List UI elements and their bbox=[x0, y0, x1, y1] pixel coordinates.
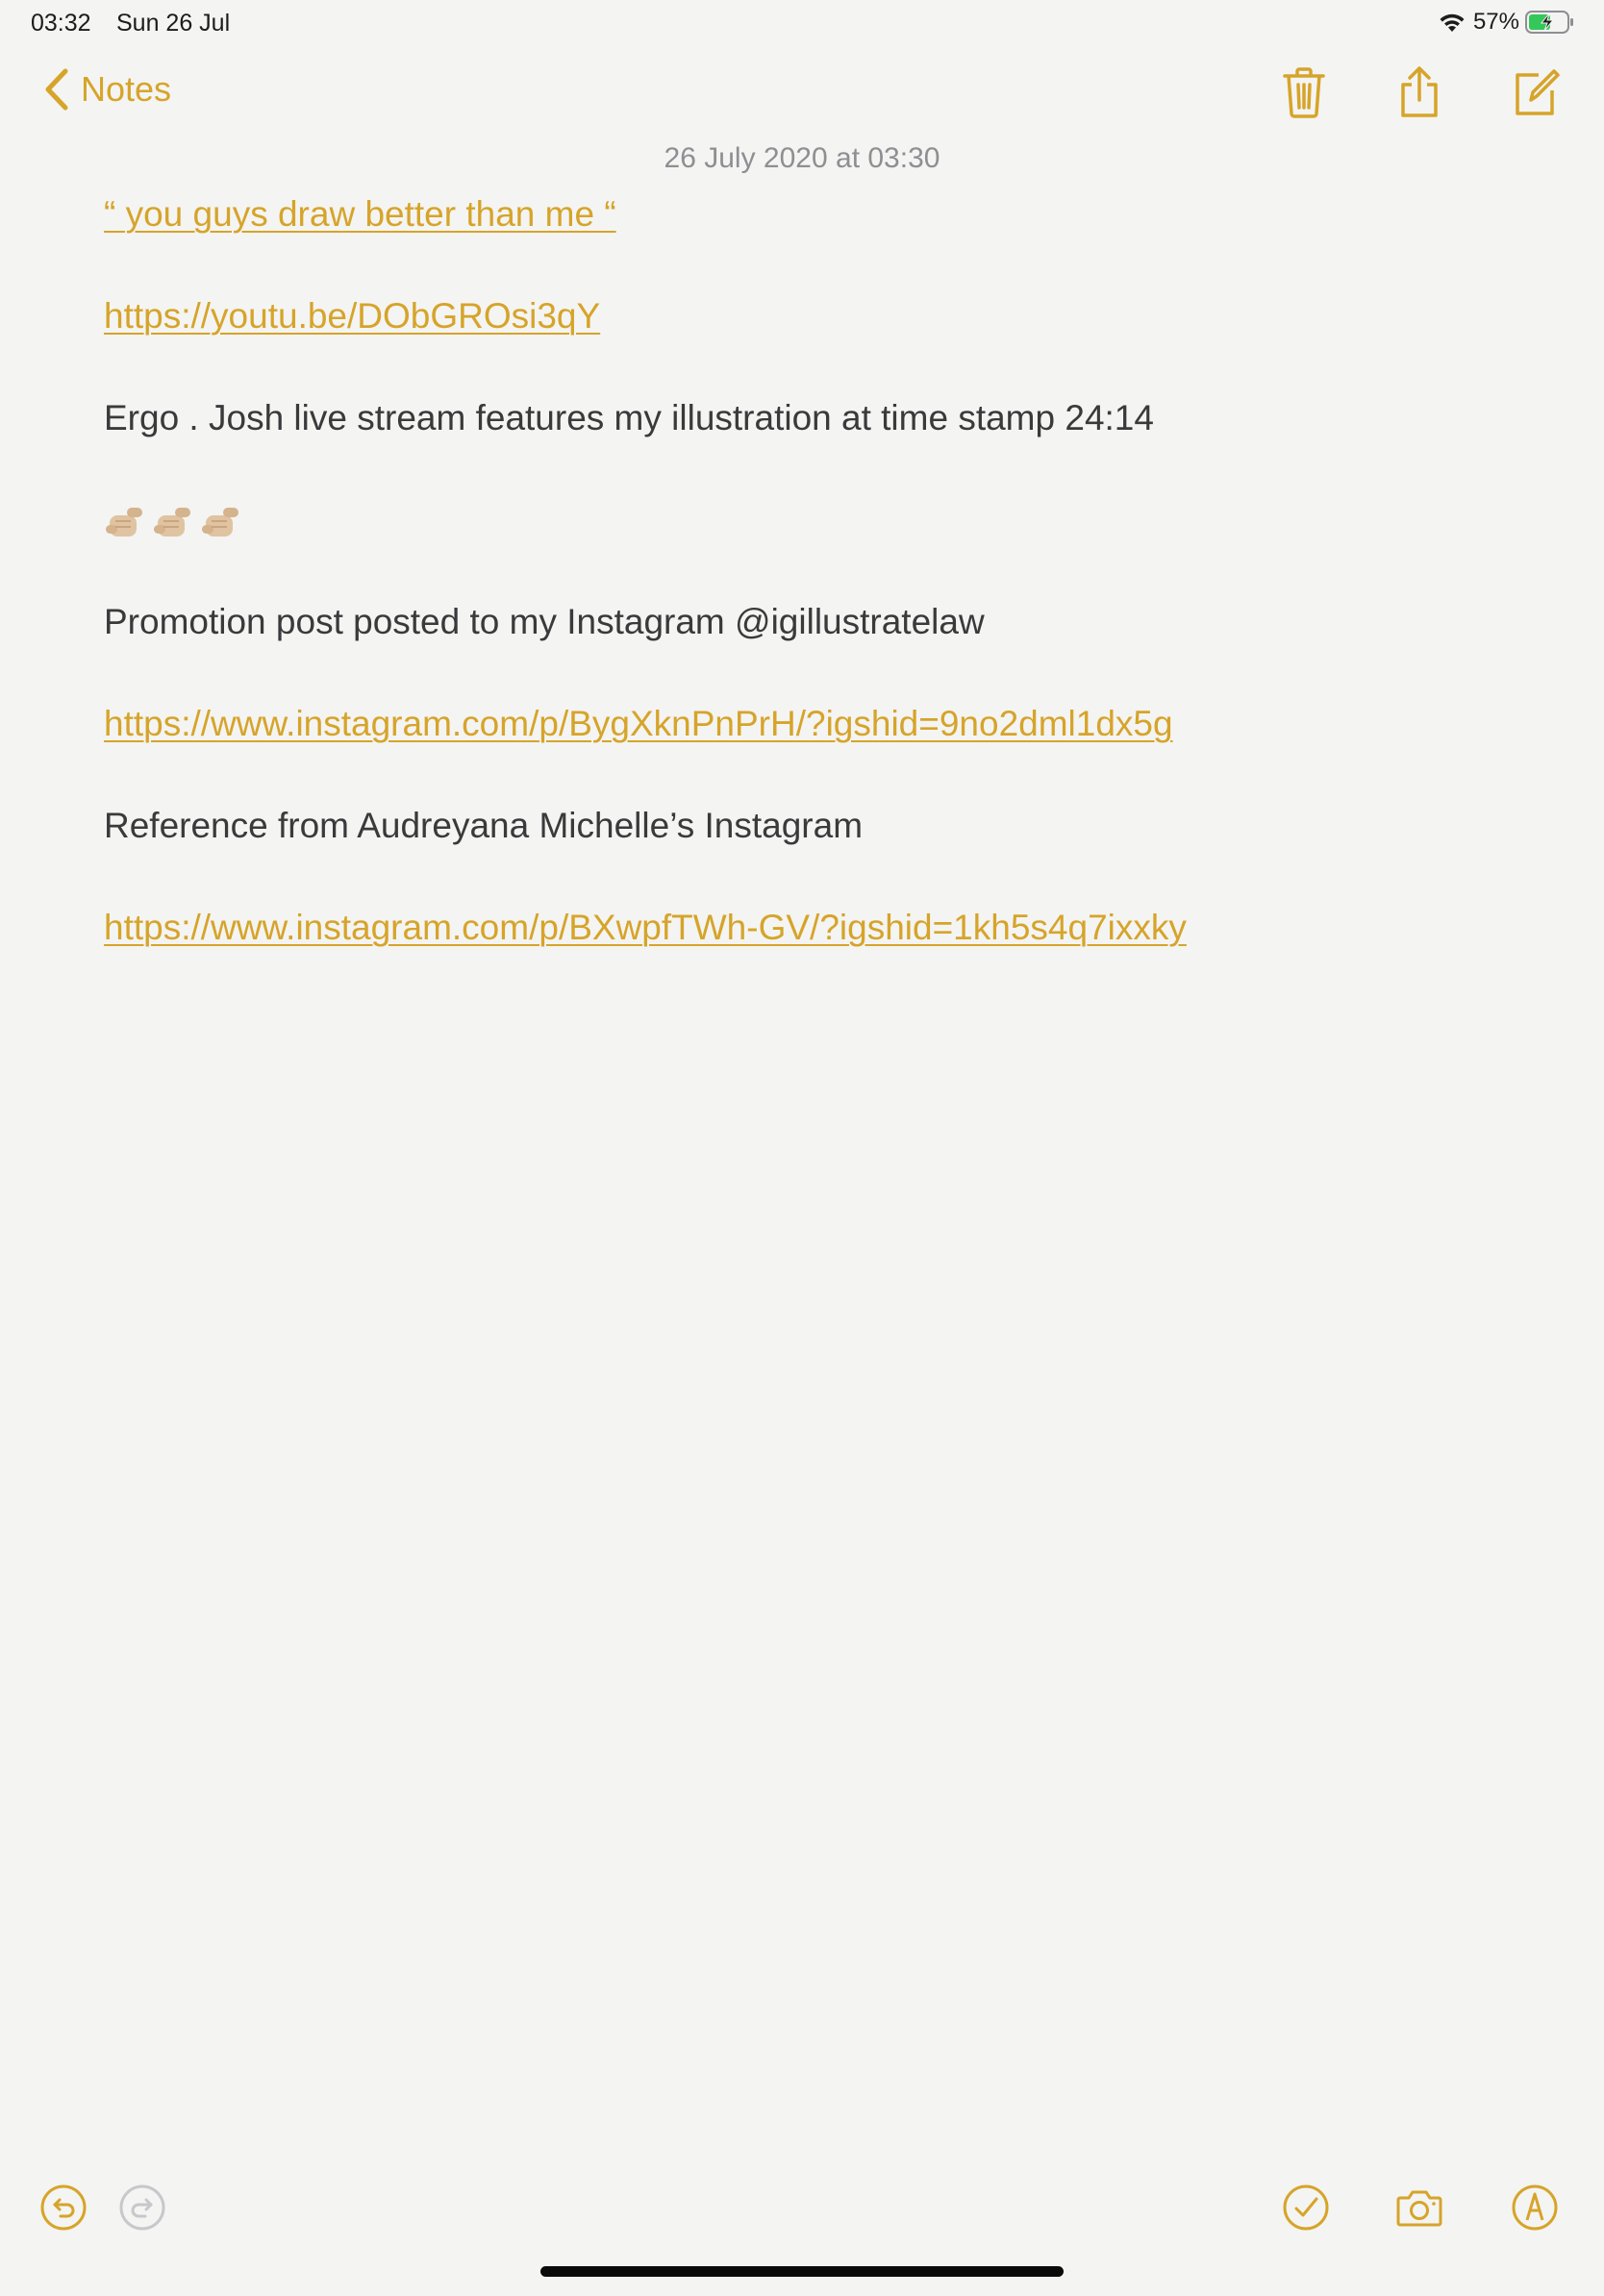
status-date: Sun 26 Jul bbox=[116, 10, 231, 37]
emoji-line bbox=[104, 494, 1508, 546]
status-bar: 03:32 Sun 26 Jul 57% bbox=[0, 0, 1604, 44]
ergo-text: Ergo . Josh live stream features my illu… bbox=[104, 398, 1154, 437]
promotion-text: Promotion post posted to my Instagram @i… bbox=[104, 602, 985, 641]
redo-button[interactable] bbox=[115, 2181, 169, 2234]
instagram-link-2[interactable]: https://www.instagram.com/p/BXwpfTWh-GV/… bbox=[104, 908, 1187, 947]
redo-icon bbox=[119, 2184, 165, 2231]
compose-icon bbox=[1516, 69, 1560, 115]
reference-text: Reference from Audreyana Michelle’s Inst… bbox=[104, 806, 864, 845]
share-icon bbox=[1401, 66, 1438, 117]
camera-button[interactable] bbox=[1392, 2181, 1446, 2234]
delete-note-button[interactable] bbox=[1275, 63, 1333, 121]
call-me-hand-emoji-icon bbox=[202, 508, 238, 537]
battery-charging-icon bbox=[1525, 11, 1573, 34]
instagram-link-1[interactable]: https://www.instagram.com/p/BygXknPnPrH/… bbox=[104, 704, 1173, 743]
share-note-button[interactable] bbox=[1391, 63, 1448, 121]
battery-percent: 57% bbox=[1472, 9, 1519, 35]
status-indicators: 57% bbox=[1437, 9, 1575, 36]
status-time: 03:32 bbox=[31, 10, 91, 37]
camera-icon bbox=[1396, 2190, 1442, 2227]
quote-link[interactable]: “ you guys draw better than me “ bbox=[104, 194, 616, 234]
chevron-left-icon bbox=[45, 68, 68, 111]
markup-button[interactable] bbox=[1508, 2181, 1562, 2234]
wifi-icon bbox=[1440, 13, 1465, 32]
checklist-button[interactable] bbox=[1279, 2181, 1333, 2234]
note-date: 26 July 2020 at 03:30 bbox=[664, 142, 940, 174]
note-body[interactable]: “ you guys draw better than me “ https:/… bbox=[104, 188, 1508, 1004]
trash-icon bbox=[1283, 67, 1325, 118]
undo-button[interactable] bbox=[37, 2181, 90, 2234]
undo-icon bbox=[40, 2184, 87, 2231]
compose-note-button[interactable] bbox=[1506, 63, 1564, 121]
back-button-label: Notes bbox=[81, 69, 172, 109]
call-me-hand-emoji-icon bbox=[154, 508, 190, 537]
back-button[interactable]: Notes bbox=[42, 67, 171, 112]
call-me-hand-emoji-icon bbox=[106, 508, 142, 537]
checklist-icon bbox=[1283, 2184, 1329, 2231]
markup-icon bbox=[1512, 2184, 1558, 2231]
youtube-link[interactable]: https://youtu.be/DObGROsi3qY bbox=[104, 296, 600, 336]
home-indicator[interactable] bbox=[540, 2266, 1064, 2277]
